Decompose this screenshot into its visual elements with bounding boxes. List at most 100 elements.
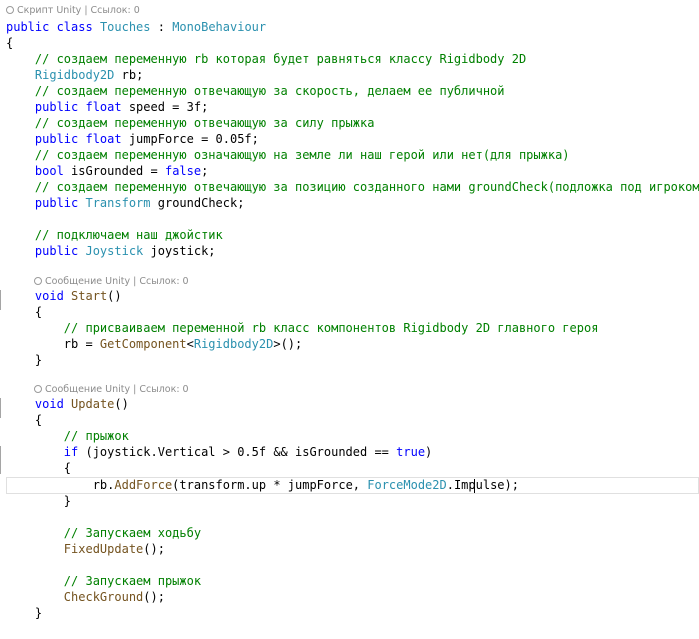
- code-token: >();: [273, 337, 303, 351]
- code-token: // создаем переменную отвечающую за силу…: [6, 116, 375, 130]
- code-line[interactable]: }: [6, 605, 42, 621]
- code-line[interactable]: FixedUpdate();: [6, 541, 165, 557]
- code-line[interactable]: {: [6, 35, 13, 51]
- code-line[interactable]: rb = GetComponent<Rigidbody2D>();: [6, 336, 302, 352]
- codelens-update[interactable]: Сообщение Unity | Ссылок: 0: [34, 384, 189, 396]
- code-token: public: [34, 132, 86, 146]
- code-line[interactable]: // создаем переменную отвечающую за пози…: [6, 179, 699, 195]
- unity-icon: [34, 385, 42, 393]
- code-line[interactable]: }: [6, 352, 42, 368]
- code-token: (joystick.Vertical > 0.5f && isGrounded …: [78, 445, 397, 459]
- code-token: // подключаем наш джойстик: [6, 228, 223, 242]
- code-line[interactable]: // Запускаем ходьбу: [6, 525, 201, 541]
- code-token: ): [425, 445, 433, 459]
- code-token: void: [34, 397, 64, 411]
- code-token: class: [56, 20, 100, 34]
- code-line[interactable]: CheckGround();: [6, 589, 165, 605]
- code-token: Start: [71, 289, 108, 303]
- code-token: {: [6, 413, 43, 427]
- code-token: Touches: [99, 20, 151, 34]
- code-line[interactable]: bool isGrounded = false;: [6, 163, 208, 179]
- code-line[interactable]: // создаем переменную отвечающую за скор…: [6, 83, 505, 99]
- code-token: // присваиваем переменной rb класс компо…: [6, 321, 599, 335]
- code-line[interactable]: }: [6, 493, 71, 509]
- code-token: public: [34, 100, 86, 114]
- code-line[interactable]: // создаем переменную rb которая будет р…: [6, 51, 526, 67]
- code-token: Joystick: [85, 244, 144, 258]
- code-token: speed = 3f;: [121, 100, 209, 114]
- code-token: }: [6, 494, 72, 508]
- code-token: Rigidbody2D: [193, 337, 274, 351]
- code-line[interactable]: public class Touches : MonoBehaviour: [6, 19, 266, 35]
- codelens-start[interactable]: Сообщение Unity | Ссылок: 0: [34, 276, 189, 288]
- code-token: {: [6, 461, 72, 475]
- code-token: FixedUpdate: [63, 542, 144, 556]
- code-token: jumpForce = 0.05f;: [121, 132, 259, 146]
- fold-marker: [0, 290, 1, 310]
- code-line[interactable]: // прыжок: [6, 428, 129, 444]
- code-token: CheckGround: [63, 590, 144, 604]
- code-token: public: [34, 244, 86, 258]
- code-token: // создаем переменную rb которая будет р…: [6, 52, 527, 66]
- code-line[interactable]: Rigidbody2D rb;: [6, 67, 143, 83]
- code-token: // создаем переменную означающую на земл…: [6, 148, 570, 162]
- code-token: void: [34, 289, 64, 303]
- code-line[interactable]: {: [6, 412, 42, 428]
- code-token: public: [6, 20, 57, 34]
- unity-icon: [6, 6, 14, 14]
- code-line[interactable]: // Запускаем прыжок: [6, 573, 201, 589]
- code-token: AddForce: [114, 478, 173, 492]
- code-token: (): [107, 289, 122, 303]
- code-token: // создаем переменную отвечающую за пози…: [6, 180, 699, 194]
- code-line[interactable]: // создаем переменную отвечающую за силу…: [6, 115, 375, 131]
- code-line[interactable]: public float speed = 3f;: [6, 99, 208, 115]
- code-line[interactable]: void Start(): [6, 288, 122, 304]
- code-editor[interactable]: Скрипт Unity | Ссылок: 0 Сообщение Unity…: [0, 0, 699, 639]
- code-token: rb =: [6, 337, 100, 351]
- code-token: ForceMode2D: [367, 478, 447, 492]
- code-token: .Impulse);: [446, 478, 519, 492]
- code-token: float: [85, 132, 122, 146]
- code-token: false: [164, 164, 202, 178]
- code-line[interactable]: // присваиваем переменной rb класс компо…: [6, 320, 599, 336]
- code-line[interactable]: if (joystick.Vertical > 0.5f && isGround…: [6, 444, 432, 460]
- code-token: ;: [201, 164, 209, 178]
- fold-marker: [0, 398, 1, 418]
- code-token: ();: [143, 542, 165, 556]
- code-token: }: [6, 606, 43, 620]
- code-token: // прыжок: [6, 429, 129, 443]
- code-token: rb.: [6, 478, 115, 492]
- fold-marker: [0, 446, 1, 474]
- code-token: // Запускаем ходьбу: [6, 526, 202, 540]
- code-line[interactable]: // создаем переменную означающую на земл…: [6, 147, 570, 163]
- codelens-script[interactable]: Скрипт Unity | Ссылок: 0: [6, 5, 140, 17]
- unity-icon: [34, 277, 42, 285]
- code-line[interactable]: {: [6, 460, 71, 476]
- code-line[interactable]: public Joystick joystick;: [6, 243, 216, 259]
- code-token: Update: [71, 397, 115, 411]
- code-line[interactable]: {: [6, 304, 42, 320]
- code-line[interactable]: rb.AddForce(transform.up * jumpForce, Fo…: [6, 477, 519, 493]
- code-token: public: [34, 196, 86, 210]
- code-token: groundCheck;: [150, 196, 245, 210]
- code-line[interactable]: // подключаем наш джойстик: [6, 227, 223, 243]
- code-token: bool: [34, 164, 64, 178]
- code-token: :: [150, 20, 173, 34]
- code-token: Transform: [85, 196, 151, 210]
- code-line[interactable]: public Transform groundCheck;: [6, 195, 245, 211]
- code-line[interactable]: public float jumpForce = 0.05f;: [6, 131, 259, 147]
- code-line[interactable]: void Update(): [6, 396, 129, 412]
- code-token: true: [396, 445, 426, 459]
- code-token: float: [85, 100, 122, 114]
- code-token: if: [63, 445, 79, 459]
